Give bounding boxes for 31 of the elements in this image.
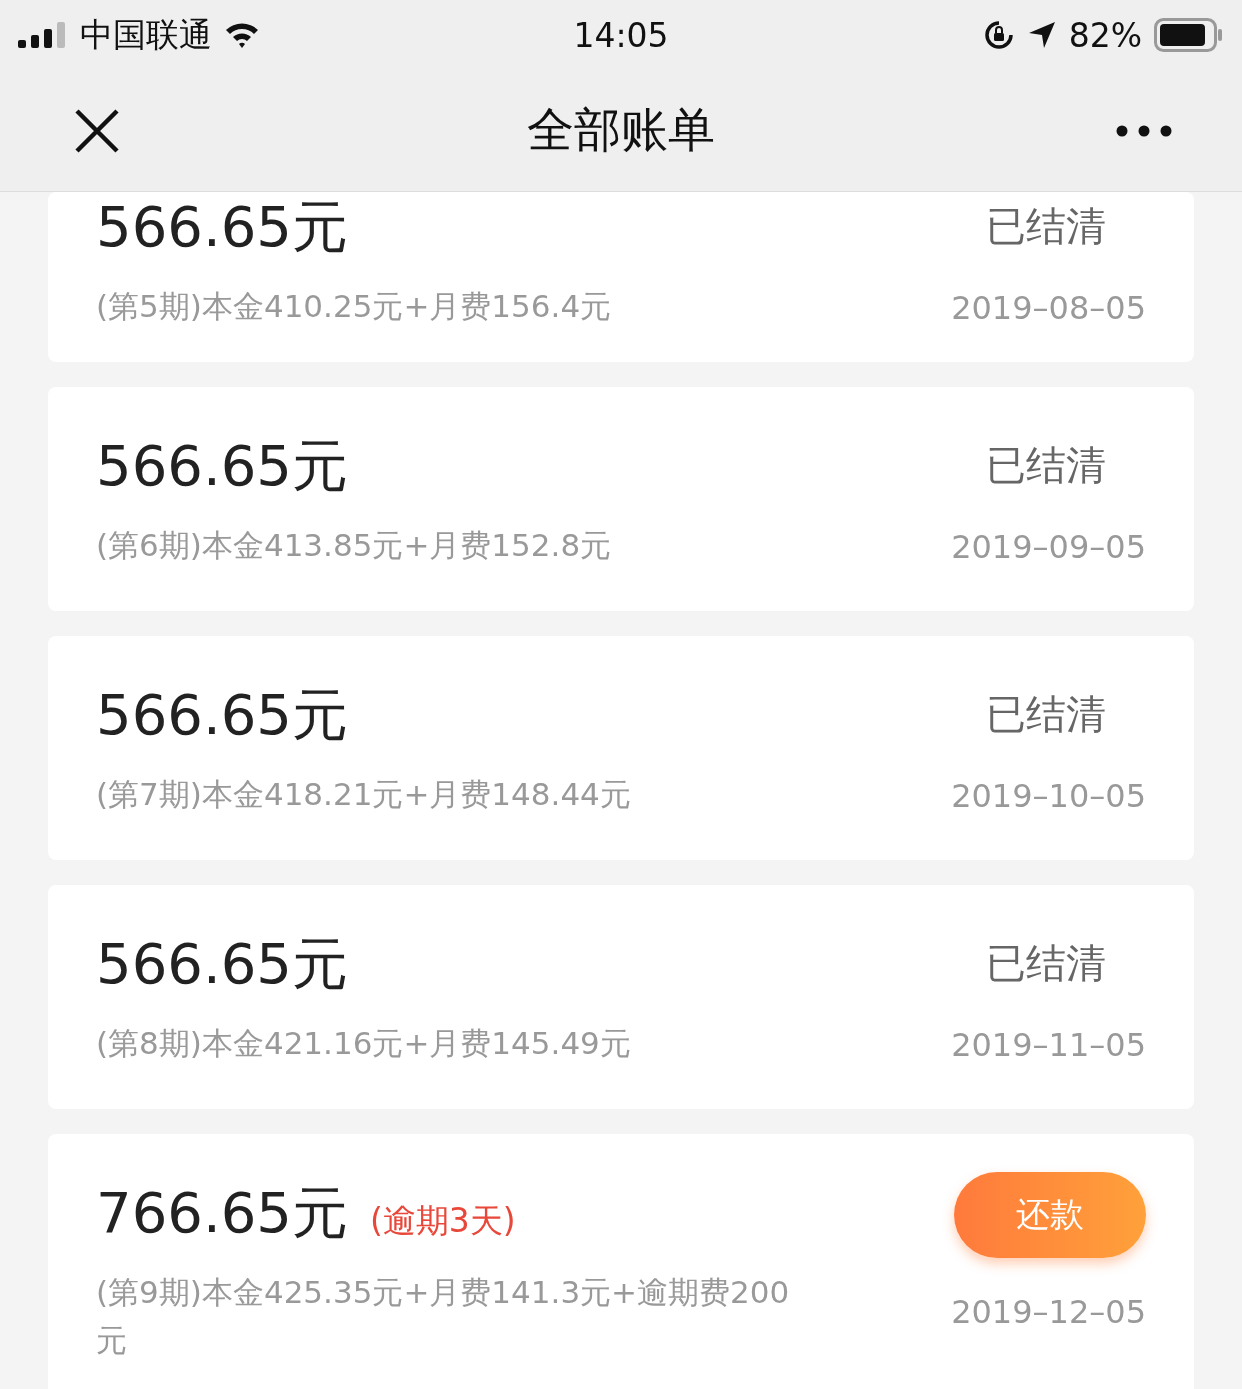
status-time: 14:05 [573, 15, 669, 55]
bill-date: 2019–10–05 [951, 776, 1146, 817]
wifi-icon [224, 21, 260, 49]
bill-status: 已结清 [986, 939, 1106, 988]
bill-detail: (第5期)本金410.25元+月费156.4元 [96, 287, 613, 326]
close-icon[interactable] [74, 107, 120, 154]
bill-amount: 566.65元 [96, 681, 348, 749]
rotation-lock-icon [982, 19, 1015, 51]
bill-amount: 566.65元 [96, 930, 348, 998]
overdue-note: (逾期3天) [369, 1200, 516, 1242]
bill-date: 2019–12–05 [951, 1292, 1146, 1333]
bill-detail: (第8期)本金421.16元+月费145.49元 [96, 1024, 632, 1063]
bill-status: 已结清 [986, 441, 1106, 490]
bill-detail: (第6期)本金413.85元+月费152.8元 [96, 526, 613, 565]
bill-detail: (第7期)本金418.21元+月费148.44元 [96, 775, 632, 814]
bill-date: 2019–11–05 [951, 1025, 1146, 1066]
bill-amount: 566.65元 [96, 432, 348, 500]
bill-date: 2019–09–05 [951, 527, 1146, 568]
bill-detail: (第9期)本金425.35元+月费141.3元+逾期费200元 [96, 1273, 791, 1360]
battery-icon [1154, 18, 1224, 52]
battery-percent: 82% [1068, 15, 1142, 55]
bill-amount: 566.65元 [96, 193, 348, 261]
repay-button[interactable]: 还款 [954, 1172, 1146, 1258]
bill-status: 已结清 [986, 690, 1106, 739]
signal-icon [18, 22, 68, 48]
carrier-name: 中国联通 [80, 13, 212, 56]
bill-amount: 766.65元 [96, 1179, 348, 1247]
bill-date: 2019–08–05 [951, 288, 1146, 329]
page-title: 全部账单 [527, 101, 715, 159]
more-icon[interactable] [1116, 124, 1172, 137]
bill-status: 已结清 [986, 202, 1106, 251]
